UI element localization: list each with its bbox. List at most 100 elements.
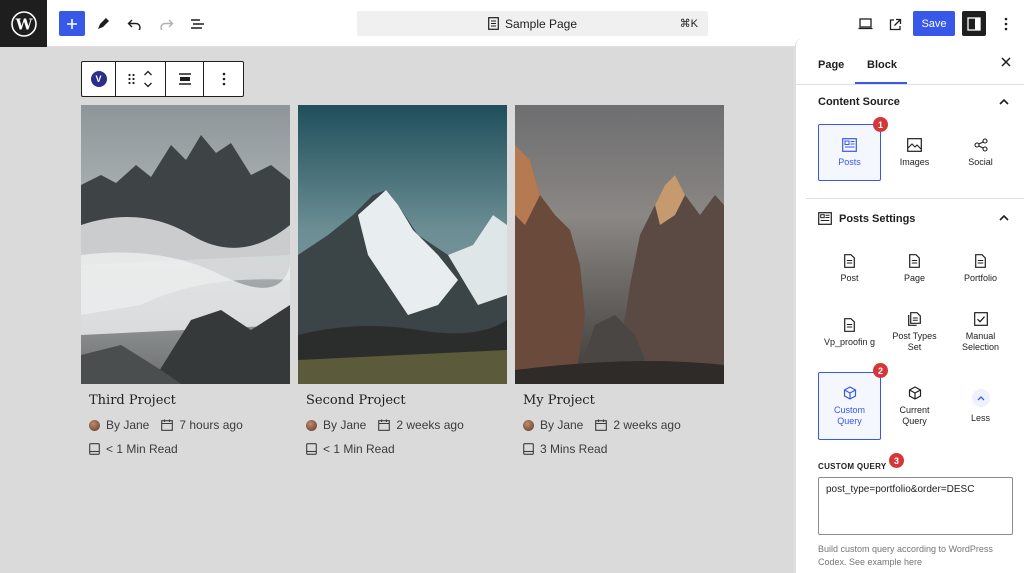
chevron-up-icon [971,388,990,407]
author-name: By Jane [540,418,584,432]
author-avatar [89,419,100,431]
view-page-button[interactable] [882,11,908,37]
tab-block[interactable]: Block [867,59,897,71]
command-palette-bar[interactable]: Sample Page ⌘K [357,11,708,36]
document-icon [975,253,986,268]
post-type-vp-proofing[interactable]: Vp_proofin g [818,304,881,361]
settings-tabs: Page Block [796,38,1024,85]
chevron-up-icon[interactable] [999,98,1009,105]
calendar-icon [161,419,174,431]
author-name: By Jane [323,418,367,432]
project-image [81,105,290,384]
more-vertical-icon [1004,17,1008,31]
add-block-button[interactable] [59,11,85,36]
visual-portfolio-badge: V [90,71,107,87]
project-title[interactable]: My Project [523,393,724,408]
drag-handle-icon[interactable] [128,73,135,85]
project-meta: By Jane 2 weeks ago [523,418,724,432]
project-card[interactable]: Third Project By Jane 7 hours ago < 1 Mi… [81,105,290,456]
list-view-icon [190,19,204,29]
undo-button[interactable] [121,11,147,37]
tab-page[interactable]: Page [818,59,844,71]
undo-icon [127,19,141,30]
document-icon [488,17,499,30]
section-divider [806,198,1024,199]
posts-settings-icon [818,212,832,225]
source-option-posts[interactable]: Posts [818,124,881,181]
editor-canvas: V Third Project By Jane 7 hours ago < 1 … [0,47,794,573]
post-date: 2 weeks ago [396,418,464,432]
custom-query-input[interactable]: post_type=portfolio&order=DESC [818,477,1013,535]
posts-icon [842,137,857,152]
custom-query-help: Build custom query according to WordPres… [818,544,993,567]
post-date: 2 weeks ago [613,418,681,432]
list-view-button[interactable] [184,11,210,37]
checkbox-icon [973,312,988,326]
block-options-button[interactable] [204,62,243,96]
calendar-icon [378,419,391,431]
documents-icon [908,312,921,326]
project-read-time: 3 Mins Read [523,442,724,456]
svg-text:W: W [14,15,33,33]
project-title[interactable]: Third Project [89,393,290,408]
read-time: < 1 Min Read [106,442,178,456]
custom-query-option[interactable]: Custom Query [818,372,881,440]
post-types-set[interactable]: Post Types Set [883,304,946,361]
document-icon [844,317,855,332]
tools-button[interactable] [90,11,116,37]
close-icon[interactable] [1001,57,1011,67]
wordpress-logo-button[interactable]: W [0,0,47,47]
plus-icon [67,18,77,29]
align-button[interactable] [166,62,204,96]
redo-icon [159,19,173,30]
cube-icon [843,385,857,400]
project-image [515,105,724,384]
author-name: By Jane [106,418,150,432]
custom-query-label: CUSTOM QUERY [818,462,887,471]
command-shortcut: ⌘K [679,18,698,30]
project-meta: By Jane 2 weeks ago [306,418,507,432]
move-up-down-icon[interactable] [143,69,153,89]
project-image [298,105,507,384]
book-icon [523,443,534,455]
images-icon [907,137,922,152]
project-card[interactable]: My Project By Jane 2 weeks ago 3 Mins Re… [515,105,724,456]
posts-settings-heading[interactable]: Posts Settings [818,212,915,225]
post-date: 7 hours ago [179,418,243,432]
step-badge-3: 3 [889,453,904,468]
settings-sidebar-icon [967,16,981,31]
content-source-heading[interactable]: Content Source [818,96,900,108]
options-menu-button[interactable] [993,11,1019,37]
post-type-portfolio[interactable]: Portfolio [949,240,1012,297]
read-time: < 1 Min Read [323,442,395,456]
active-tab-indicator [855,82,907,84]
project-card[interactable]: Second Project By Jane 2 weeks ago < 1 M… [298,105,507,456]
post-type-post[interactable]: Post [818,240,881,297]
external-link-icon [889,18,901,30]
project-title[interactable]: Second Project [306,393,507,408]
project-read-time: < 1 Min Read [89,442,290,456]
manual-selection[interactable]: Manual Selection [949,304,1012,361]
more-vertical-icon [222,72,225,86]
project-read-time: < 1 Min Read [306,442,507,456]
document-icon [909,253,920,268]
source-option-social[interactable]: Social [949,124,1012,181]
project-meta: By Jane 7 hours ago [89,418,290,432]
source-option-images[interactable]: Images [883,124,946,181]
current-query-option[interactable]: Current Query [883,372,946,440]
chevron-up-icon[interactable] [999,214,1009,221]
redo-button[interactable] [153,11,179,37]
preview-button[interactable] [852,11,878,37]
share-icon [973,137,988,152]
block-settings-panel: Page Block Content Source Posts 1 Images… [795,38,1024,573]
post-type-page[interactable]: Page [883,240,946,297]
block-type-button[interactable]: V [82,62,116,96]
align-wide-icon [178,73,191,85]
less-options-button[interactable]: Less [949,372,1012,440]
save-button[interactable]: Save [913,11,955,36]
settings-toggle-button[interactable] [962,11,986,36]
book-icon [306,443,317,455]
book-icon [89,443,100,455]
author-avatar [306,419,317,431]
desktop-preview-icon [858,18,872,30]
